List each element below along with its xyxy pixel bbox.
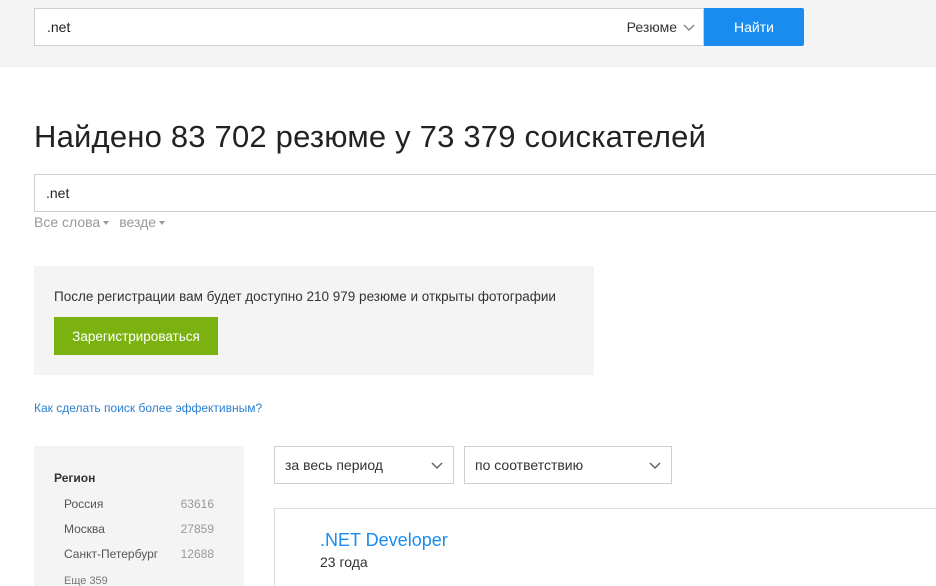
region-count: 27859: [180, 522, 214, 536]
resume-card: .NET Developer 23 года: [274, 508, 936, 586]
region-item[interactable]: Россия 63616: [64, 497, 214, 511]
page-title: Найдено 83 702 резюме у 73 379 соискател…: [34, 119, 707, 154]
region-item[interactable]: Москва 27859: [64, 522, 214, 536]
region-name: Россия: [64, 497, 104, 511]
region-name: Санкт-Петербург: [64, 547, 159, 561]
where-dropdown[interactable]: везде: [119, 214, 166, 230]
query-input[interactable]: .net: [34, 174, 936, 212]
registration-banner: После регистрации вам будет доступно 210…: [34, 266, 594, 375]
register-button[interactable]: Зарегистрироваться: [54, 317, 218, 355]
chevron-down-icon: [649, 462, 661, 470]
region-count: 12688: [180, 547, 214, 561]
search-type-label: Резюме: [626, 19, 677, 35]
region-title: Регион: [54, 471, 96, 485]
region-count: 63616: [180, 497, 214, 511]
resume-age: 23 года: [320, 554, 368, 570]
where-label: везде: [119, 214, 157, 230]
top-search-input[interactable]: .net: [35, 19, 627, 35]
period-value: за весь период: [285, 457, 383, 473]
chevron-down-icon: [431, 462, 443, 470]
region-filter-panel: Регион Россия 63616 Москва 27859 Санкт-П…: [34, 446, 244, 586]
caret-down-icon: [159, 221, 166, 225]
top-search-field[interactable]: .net Резюме: [34, 8, 704, 46]
region-name: Москва: [64, 522, 105, 536]
registration-text: После регистрации вам будет доступно 210…: [54, 289, 556, 304]
resume-title-link[interactable]: .NET Developer: [320, 530, 448, 551]
search-type-dropdown[interactable]: Резюме: [627, 19, 703, 35]
query-value: .net: [46, 185, 70, 201]
words-label: Все слова: [34, 214, 101, 230]
region-item[interactable]: Санкт-Петербург 12688: [64, 547, 214, 561]
search-options: Все слова везде: [34, 214, 166, 230]
words-dropdown[interactable]: Все слова: [34, 214, 110, 230]
search-help-link[interactable]: Как сделать поиск более эффективным?: [34, 401, 262, 415]
top-search-bar: .net Резюме Найти: [0, 0, 936, 67]
find-button[interactable]: Найти: [704, 8, 804, 46]
period-select[interactable]: за весь период: [274, 446, 454, 484]
caret-down-icon: [103, 221, 110, 225]
sort-select[interactable]: по соответствию: [464, 446, 672, 484]
sort-value: по соответствию: [475, 457, 584, 473]
more-regions-link[interactable]: Еще 359: [64, 575, 108, 586]
chevron-down-icon: [683, 24, 695, 32]
